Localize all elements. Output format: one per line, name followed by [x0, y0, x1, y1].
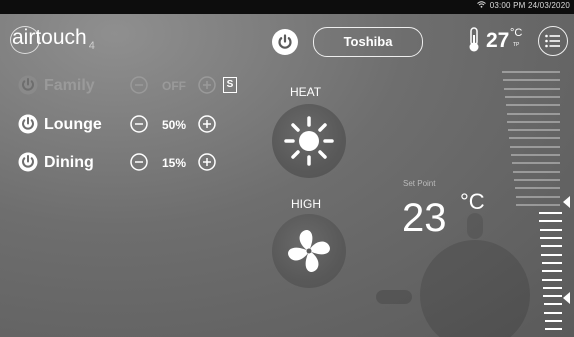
slider-tick: [507, 120, 560, 123]
setpoint-label: Set Point: [403, 179, 436, 188]
temperature-source: TP: [513, 42, 520, 48]
minus-icon[interactable]: [130, 115, 148, 133]
slider-tick: [542, 286, 562, 289]
thermometer-icon: [469, 27, 479, 52]
slider-tick: [505, 104, 560, 107]
slider-tick: [543, 295, 562, 298]
fan-speed-label: HIGH: [291, 197, 321, 211]
current-temperature: 27: [486, 29, 510, 52]
zone-value: 50%: [162, 118, 187, 132]
menu-icon: [545, 34, 560, 48]
slider-tick: [512, 170, 560, 173]
fan-icon: [288, 230, 330, 272]
slider-tick: [545, 328, 562, 331]
zone-value: 15%: [162, 156, 187, 170]
status-bar: 03:00 PM 24/03/2020: [0, 0, 574, 14]
plus-icon[interactable]: [198, 115, 216, 133]
slider-tick: [506, 112, 560, 115]
logo: airtouch 4: [12, 26, 95, 52]
zone-power-button[interactable]: [18, 152, 38, 172]
logo-suffix: 4: [88, 40, 95, 53]
slider-tick: [516, 203, 560, 206]
slider-tick: [539, 220, 562, 223]
zone-name: Dining: [44, 154, 94, 171]
zone-spill-badge: S: [223, 77, 237, 93]
slider-tick: [541, 261, 562, 264]
zone-value: OFF: [162, 79, 186, 93]
sun-icon: [284, 116, 334, 166]
mode-button[interactable]: [272, 104, 346, 178]
slider-tick: [508, 129, 560, 132]
slider-tick: [515, 195, 560, 198]
slider-tick: [540, 237, 562, 239]
slider-tick: [514, 187, 560, 190]
slider-tick: [544, 311, 562, 314]
temperature-slider[interactable]: [470, 65, 570, 337]
slider-tick: [538, 212, 562, 215]
slider-tick: [511, 154, 560, 156]
ac-unit-name: Toshiba: [343, 34, 393, 49]
minus-icon[interactable]: [130, 153, 148, 171]
slider-tick: [540, 245, 562, 248]
slider-tick: [503, 87, 560, 90]
slider-tick: [504, 95, 560, 98]
zone-power-button[interactable]: [18, 75, 38, 95]
minus-icon[interactable]: [130, 76, 148, 94]
zone-name: Lounge: [44, 116, 102, 133]
wifi-icon: [476, 1, 486, 8]
slider-tick: [511, 162, 560, 165]
slider-handle[interactable]: [563, 196, 570, 208]
plus-icon[interactable]: [198, 76, 216, 94]
menu-button[interactable]: [538, 26, 568, 56]
app-screen: 03:00 PM 24/03/2020 airtouch 4 Toshiba 27…: [0, 0, 574, 337]
slider-handle[interactable]: [563, 292, 570, 304]
slider-tick: [542, 278, 562, 281]
slider-tick: [509, 137, 560, 140]
main-power-button[interactable]: [272, 29, 298, 55]
zone-name: Family: [44, 77, 95, 94]
slider-tick: [502, 71, 560, 73]
fan-speed-button[interactable]: [272, 214, 346, 288]
power-icon: [278, 34, 292, 49]
slider-tick: [541, 270, 562, 273]
current-temperature-unit: °C: [510, 27, 523, 39]
slider-tick: [510, 145, 560, 148]
decorative-pill: [376, 290, 412, 304]
slider-tick: [513, 178, 560, 181]
slider-tick: [544, 320, 562, 322]
ac-unit-selector[interactable]: Toshiba: [313, 27, 423, 57]
mode-label: HEAT: [290, 85, 322, 99]
plus-icon[interactable]: [198, 153, 216, 171]
logo-text: airtouch: [12, 26, 87, 49]
status-time: 03:00 PM 24/03/2020: [489, 1, 570, 10]
slider-tick: [539, 228, 562, 231]
slider-tick: [502, 79, 560, 82]
slider-tick: [543, 303, 562, 306]
status-text: 03:00 PM 24/03/2020: [476, 1, 570, 10]
setpoint-value: 23: [402, 196, 447, 240]
slider-tick: [541, 253, 562, 256]
zone-power-button[interactable]: [18, 114, 38, 134]
